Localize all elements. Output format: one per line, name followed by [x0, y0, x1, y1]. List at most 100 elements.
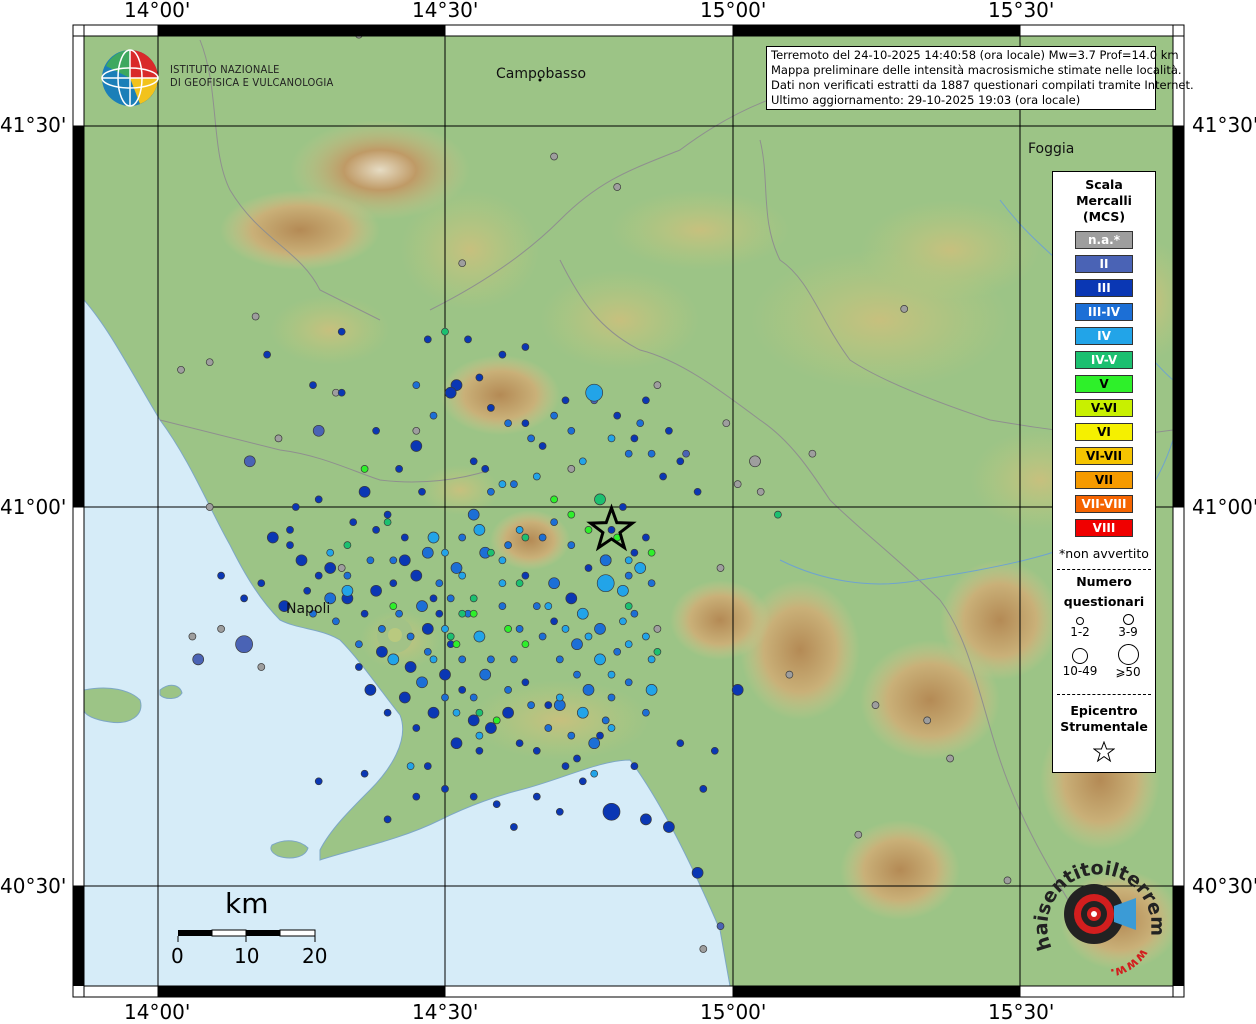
intensity-point: [378, 625, 386, 633]
intensity-point: [398, 691, 411, 704]
intensity-point: [355, 640, 363, 649]
intensity-point: [441, 327, 449, 336]
intensity-point: [854, 830, 863, 839]
intensity-point: [217, 625, 225, 633]
intensity-point: [710, 746, 719, 755]
intensity-point: [555, 807, 564, 816]
intensity-point: [504, 541, 512, 549]
intensity-point: [498, 602, 507, 610]
intensity-point: [266, 531, 279, 544]
intensity-point: [630, 548, 639, 557]
intensity-point: [395, 609, 403, 618]
intensity-point: [467, 714, 480, 727]
intensity-point: [475, 746, 484, 755]
intensity-point: [567, 465, 576, 473]
intensity-point: [682, 449, 690, 458]
intensity-point: [469, 457, 478, 466]
scale-bar-title: km: [225, 887, 269, 920]
intensity-point: [492, 800, 501, 809]
intensity-point: [412, 381, 421, 389]
intensity-point: [521, 419, 530, 428]
intensity-point: [469, 609, 478, 618]
intensity-point: [487, 655, 495, 664]
intensity-point: [469, 594, 478, 603]
intensity-point: [286, 526, 294, 534]
intensity-point: [640, 813, 652, 826]
legend-class-swatch: V-VI: [1075, 399, 1133, 417]
size-3-9: 3-9: [1103, 614, 1153, 639]
intensity-point: [435, 609, 444, 618]
intensity-point: [324, 562, 337, 574]
intensity-point: [548, 577, 560, 590]
intensity-point: [303, 586, 312, 595]
intensity-point: [624, 640, 633, 649]
intensity-point: [555, 693, 564, 702]
intensity-point: [487, 487, 495, 496]
intensity-point: [527, 701, 535, 709]
intensity-point: [429, 655, 438, 664]
place-campobasso: Campobasso: [496, 66, 587, 82]
intensity-point: [582, 684, 595, 696]
event-info-line: Ultimo aggiornamento: 29-10-2025 19:03 (…: [771, 93, 1081, 107]
legend-class-swatch: VIII: [1075, 519, 1133, 537]
intensity-point: [636, 419, 645, 428]
intensity-point: [366, 556, 375, 565]
intensity-point: [532, 602, 541, 610]
intensity-point: [458, 259, 467, 268]
intensity-point: [309, 381, 317, 389]
intensity-point: [578, 777, 587, 786]
intensity-point: [544, 602, 553, 610]
intensity-point: [602, 802, 621, 821]
intensity-point: [360, 609, 369, 618]
intensity-point: [642, 396, 650, 405]
intensity-point: [423, 647, 432, 656]
intensity-point: [475, 731, 484, 740]
intensity-point: [785, 670, 794, 679]
intensity-point: [544, 701, 553, 709]
intensity-point: [498, 350, 507, 359]
intensity-point: [314, 571, 323, 580]
intensity-point: [188, 632, 197, 641]
lon-label-top: 15°00': [700, 0, 767, 22]
intensity-point: [458, 686, 467, 694]
intensity-point: [599, 554, 612, 567]
legend-class-swatch: VI-VII: [1075, 447, 1133, 465]
intensity-point: [808, 449, 817, 458]
intensity-point: [585, 383, 604, 402]
event-info-line: Terremoto del 24-10-2025 14:40:58 (ora l…: [771, 48, 1179, 62]
intensity-point: [429, 411, 438, 420]
intensity-point: [450, 737, 463, 750]
intensity-point: [733, 480, 742, 488]
intensity-point: [458, 655, 467, 664]
institute-name: ISTITUTO NAZIONALE DI GEOFISICA E VULCAN…: [170, 63, 334, 89]
intensity-point: [263, 350, 271, 359]
intensity-point: [624, 602, 633, 610]
intensity-point: [607, 670, 616, 679]
intensity-point: [653, 647, 662, 656]
intensity-point: [423, 762, 432, 770]
intensity-point: [571, 638, 583, 651]
intensity-point: [398, 554, 411, 567]
intensity-point: [590, 769, 599, 778]
lat-label-left: 40°30': [0, 874, 67, 898]
epicenter-star-legend-icon: [1092, 740, 1116, 763]
legend-class-swatch: VII-VIII: [1075, 495, 1133, 513]
lat-label-right: 40°30': [1192, 874, 1256, 898]
intensity-point: [383, 708, 392, 717]
intensity-point: [343, 571, 352, 580]
intensity-point: [423, 335, 432, 344]
intensity-point: [355, 663, 363, 671]
intensity-point: [756, 487, 765, 496]
intensity-point: [446, 632, 455, 641]
intensity-point: [406, 762, 415, 770]
intensity-point: [251, 312, 260, 321]
intensity-point: [416, 676, 428, 689]
intensity-point: [1003, 876, 1012, 885]
intensity-point: [487, 404, 495, 412]
intensity-point: [332, 617, 340, 626]
intensity-point: [550, 617, 558, 626]
intensity-point: [498, 556, 507, 565]
intensity-point: [544, 724, 553, 732]
intensity-point: [946, 754, 954, 763]
intensity-point: [452, 640, 461, 649]
